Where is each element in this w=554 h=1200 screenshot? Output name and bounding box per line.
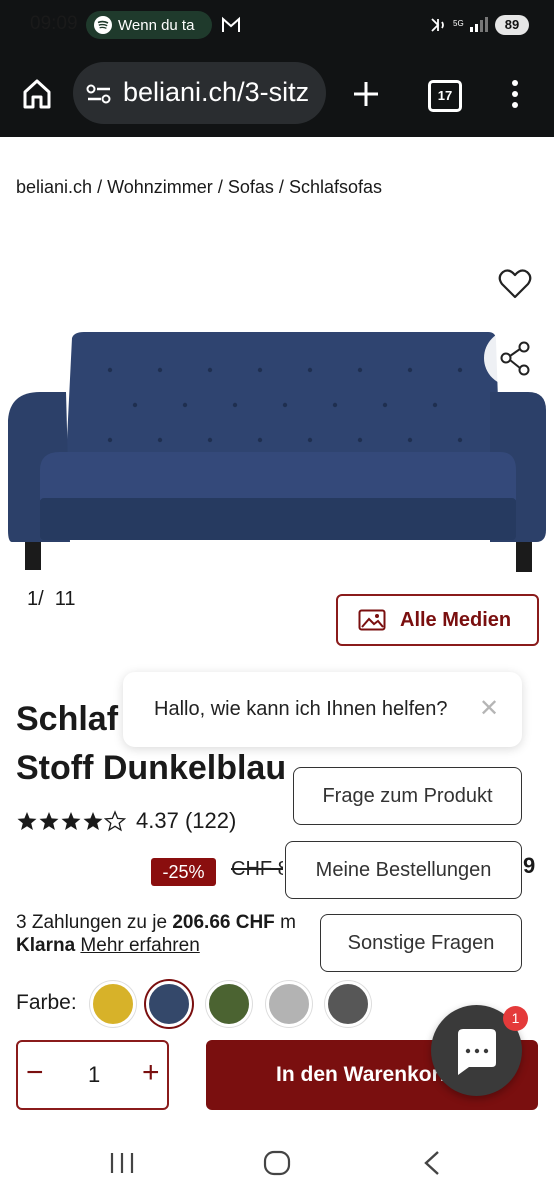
- color-swatch-dark-grey[interactable]: [325, 981, 371, 1027]
- back-icon[interactable]: [420, 1149, 444, 1177]
- color-swatch-green[interactable]: [206, 981, 252, 1027]
- quantity-value[interactable]: 1: [88, 1062, 100, 1088]
- chat-greeting-text: Hallo, wie kann ich Ihnen helfen?: [154, 698, 448, 720]
- recent-apps-icon[interactable]: [108, 1150, 136, 1176]
- color-swatch-yellow[interactable]: [90, 981, 136, 1027]
- chat-option-product-question[interactable]: Frage zum Produkt: [293, 767, 522, 825]
- all-media-button[interactable]: Alle Medien: [336, 594, 539, 646]
- breadcrumb: beliani.ch / Wohnzimmer / Sofas / Schlaf…: [16, 177, 382, 197]
- chat-greeting-bubble: Hallo, wie kann ich Ihnen helfen? ✕: [123, 672, 522, 747]
- product-title-line1: Schlaf: [16, 700, 119, 738]
- product-image[interactable]: [0, 310, 554, 580]
- color-swatch-light-grey[interactable]: [266, 981, 312, 1027]
- image-gallery-icon: [358, 609, 386, 631]
- quantity-stepper: − 1 +: [16, 1040, 169, 1110]
- new-tab-icon[interactable]: [352, 80, 380, 108]
- share-icon: [500, 341, 530, 376]
- spotify-icon: [94, 16, 112, 34]
- chat-notification-badge: 1: [503, 1006, 528, 1031]
- klarna-more-link[interactable]: Mehr erfahren: [80, 935, 199, 956]
- signal-icons: 5G: [431, 17, 488, 32]
- media-pill[interactable]: Wenn du ta: [86, 11, 212, 39]
- home-icon[interactable]: [22, 78, 52, 110]
- rating-stars: [17, 810, 126, 832]
- close-icon[interactable]: ✕: [479, 694, 499, 723]
- quantity-increase-button[interactable]: +: [142, 1056, 160, 1090]
- quantity-decrease-button[interactable]: −: [26, 1056, 44, 1090]
- media-pill-text: Wenn du ta: [118, 16, 195, 34]
- chat-option-other-questions[interactable]: Sonstige Fragen: [320, 914, 522, 972]
- product-title-line2: Stoff Dunkelblau: [16, 749, 287, 787]
- color-label: Farbe:: [16, 991, 77, 1014]
- breadcrumb-item-wohnzimmer[interactable]: Wohnzimmer: [107, 177, 213, 197]
- svg-text:5G: 5G: [453, 19, 464, 28]
- breadcrumb-item-sofas[interactable]: Sofas: [228, 177, 274, 197]
- status-time: 09:09: [30, 13, 78, 34]
- wishlist-heart-icon[interactable]: [498, 268, 532, 300]
- installments-info: 3 Zahlungen zu je 206.66 CHF m: [16, 912, 296, 933]
- gmail-icon: [222, 16, 240, 32]
- url-text[interactable]: beliani.ch/3-sitz: [123, 77, 323, 108]
- discount-badge: -25%: [151, 858, 216, 886]
- share-button[interactable]: [484, 330, 540, 386]
- old-price: CHF 8: [231, 858, 283, 880]
- rating-summary[interactable]: 4.37 (122): [136, 808, 236, 834]
- site-settings-icon[interactable]: [86, 83, 112, 105]
- more-menu-icon[interactable]: [508, 79, 522, 109]
- current-price-fragment: 9: [523, 853, 536, 878]
- color-swatch-dark-blue[interactable]: [146, 981, 192, 1027]
- klarna-info: Klarna Mehr erfahren: [16, 935, 200, 956]
- battery-indicator: 89: [495, 15, 529, 35]
- breadcrumb-item-schlafsofas[interactable]: Schlafsofas: [289, 177, 382, 197]
- home-nav-icon[interactable]: [262, 1149, 292, 1177]
- breadcrumb-item-home[interactable]: beliani.ch: [16, 177, 92, 197]
- gallery-counter: 1/ 11: [27, 588, 76, 610]
- tab-switcher-button[interactable]: 17: [428, 80, 462, 112]
- chat-option-my-orders[interactable]: Meine Bestellungen: [285, 841, 522, 899]
